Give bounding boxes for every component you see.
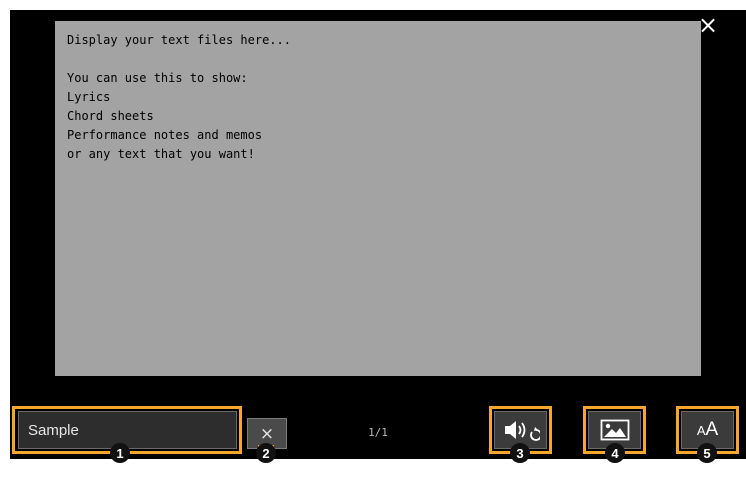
callout-badge-5: 5 xyxy=(697,443,717,463)
text-line: Display your text files here... xyxy=(67,33,291,47)
close-icon[interactable]: × xyxy=(693,10,723,40)
font-size-icon: AA xyxy=(696,419,719,440)
callout-badge-4: 4 xyxy=(605,443,625,463)
image-icon xyxy=(600,419,629,441)
text-line xyxy=(67,50,689,69)
text-line: Performance notes and memos xyxy=(67,128,263,142)
text-viewer[interactable]: Display your text files here... You can … xyxy=(55,21,701,376)
page-indicator: 1/1 xyxy=(368,426,388,439)
text-line: Lyrics xyxy=(67,90,111,104)
clear-icon: × xyxy=(259,423,275,444)
callout-badge-3: 3 xyxy=(510,443,530,463)
text-line: or any text that you want! xyxy=(67,147,255,161)
file-name-field[interactable]: Sample xyxy=(18,411,237,449)
callout-badge-1: 1 xyxy=(110,443,130,463)
text-line: You can use this to show: xyxy=(67,71,248,85)
callout-badge-2: 2 xyxy=(256,443,276,463)
text-line: Chord sheets xyxy=(67,109,154,123)
speaker-repeat-icon xyxy=(504,421,540,441)
